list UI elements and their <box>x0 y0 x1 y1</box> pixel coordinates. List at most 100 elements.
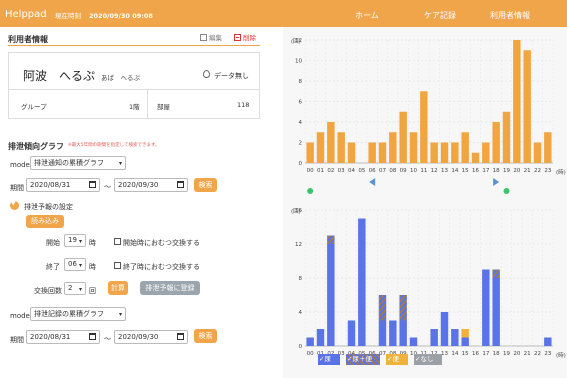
collapse-toggle[interactable]: ▼ <box>10 200 19 210</box>
y-tick-label: 0 <box>299 161 303 167</box>
trend-title: 排泄傾向グラフ <box>8 142 64 151</box>
edit-button[interactable]: 編集 <box>200 32 222 42</box>
nav-home[interactable]: ホーム <box>355 10 379 21</box>
room-value: 118 <box>237 101 250 109</box>
legend-none[interactable]: ✓なし <box>414 354 442 365</box>
chevron-down-icon: ▼ <box>11 200 16 207</box>
bar <box>492 122 500 163</box>
x-tick-label: 03 <box>338 168 345 174</box>
count-unit: 回 <box>89 287 96 295</box>
calendar-icon <box>177 333 184 340</box>
bar <box>378 142 387 163</box>
bar-尿＋便 <box>492 269 500 278</box>
current-time: 現在時刻 2020/09/30 09:08 <box>55 12 153 20</box>
bar <box>430 142 438 163</box>
x-tick-label: 19 <box>503 168 510 174</box>
bar <box>513 40 521 163</box>
delete-button[interactable]: 削除 <box>234 32 256 42</box>
x-tick-label: 14 <box>451 168 458 174</box>
card-divider <box>147 90 148 118</box>
bar-尿＋便 <box>327 235 335 244</box>
bar-尿＋便 <box>399 295 407 321</box>
date-to-input[interactable]: 2020/09/30 <box>114 178 188 192</box>
user-kana: あば へるぷ <box>101 74 140 82</box>
x-tick-label: 13 <box>441 168 448 174</box>
x-tick-label: 22 <box>534 351 541 357</box>
x-tick-label: 23 <box>544 351 551 357</box>
bar-尿 <box>440 312 449 346</box>
start-hour-select[interactable]: 19 ▾ <box>64 234 86 247</box>
search-button[interactable]: 検索 <box>194 178 217 192</box>
bar <box>316 132 325 163</box>
start-label: 開始 <box>46 239 60 247</box>
record-date-from-input[interactable]: 2020/08/31 <box>26 330 100 344</box>
bar-便 <box>461 329 469 338</box>
forecast-toggle-label[interactable]: 排泄予報の設定 <box>24 202 73 212</box>
mode-select[interactable]: 排泄通知の累積グラフ ▾ <box>30 156 126 170</box>
minus-icon <box>234 34 241 41</box>
data-status: データ無し <box>214 72 249 80</box>
bar <box>306 142 314 163</box>
start-exchange-checkbox[interactable] <box>114 238 121 245</box>
y-tick-label: 10 <box>295 59 302 65</box>
x-axis-label: (時) <box>556 168 566 176</box>
calendar-icon <box>177 181 184 188</box>
y-tick-label: 6 <box>299 100 303 106</box>
end-exchange-checkbox[interactable] <box>114 262 121 269</box>
bar-尿 <box>378 320 387 346</box>
record-mode-select[interactable]: 排泄記録の累積グラフ ▾ <box>30 307 126 321</box>
chevron-down-icon: ▾ <box>78 286 82 293</box>
bar-尿 <box>409 337 418 346</box>
count-select[interactable]: 2 ▾ <box>64 282 86 295</box>
start-exchange-label: 開始時におむつ交換する <box>123 239 200 247</box>
nav-user-info[interactable]: 利用者情報 <box>490 10 530 21</box>
x-tick-label: 00 <box>307 351 314 357</box>
end-hour-select[interactable]: 06 ▾ <box>64 258 86 271</box>
y-tick-label: 8 <box>299 276 303 282</box>
top-bar: Helppad 現在時刻 2020/09/30 09:08 ホーム ケア記録 利用… <box>0 0 567 27</box>
mode-label: mode <box>10 161 30 169</box>
x-tick-label: 01 <box>317 168 324 174</box>
bar <box>440 142 449 163</box>
chevron-down-icon: ▾ <box>78 238 82 245</box>
chevron-down-icon: ▾ <box>118 160 122 167</box>
legend-urine-stool[interactable]: ✓尿＋便 <box>346 354 380 365</box>
y-tick-label: 0 <box>299 344 303 350</box>
bar-尿 <box>492 278 500 346</box>
period-label: 期間 <box>10 184 24 192</box>
y-tick-label: 4 <box>299 310 303 316</box>
bar <box>409 132 418 163</box>
record-search-button[interactable]: 検索 <box>194 329 217 343</box>
x-tick-label: 02 <box>327 168 334 174</box>
room-label: 部屋 <box>157 103 170 111</box>
x-tick-label: 22 <box>534 168 541 174</box>
load-button[interactable]: 読み込み <box>26 215 64 228</box>
x-tick-label: 20 <box>513 168 520 174</box>
register-forecast-button[interactable]: 排泄予報に登録 <box>140 281 200 295</box>
calendar-icon <box>89 181 96 188</box>
bar <box>502 111 511 163</box>
nav-care-records[interactable]: ケア記録 <box>424 10 456 21</box>
bar-尿 <box>347 320 356 346</box>
calc-button[interactable]: 計算 <box>108 281 128 295</box>
bar <box>533 142 542 163</box>
bar <box>461 132 469 163</box>
x-tick-label: 15 <box>462 351 469 357</box>
record-date-to-input[interactable]: 2020/09/30 <box>114 330 188 344</box>
app-logo[interactable]: Helppad <box>5 9 47 20</box>
legend-urine[interactable]: ✓尿 <box>318 354 340 365</box>
y-tick-label: 12 <box>295 242 302 248</box>
left-panel: 利用者情報 編集 削除 阿波 へるぷ あば へるぷ データ無し グループ 1階 … <box>0 27 268 378</box>
legend-stool[interactable]: ✓便 <box>386 354 408 365</box>
date-from-input[interactable]: 2020/08/31 <box>26 178 100 192</box>
y-tick-label: 4 <box>299 120 303 126</box>
x-tick-label: 04 <box>348 168 355 174</box>
x-tick-label: 09 <box>400 168 407 174</box>
bar-尿 <box>358 218 366 346</box>
user-name-card: 阿波 へるぷ あば へるぷ データ無し <box>8 52 260 94</box>
y-axis-label: (回) <box>291 38 301 45</box>
y-tick-label: 2 <box>299 141 303 147</box>
chart-panel: 0 2 4 6 8 10 12 (回) (時) 00 01 02 03 04 05 06 07 08 09 10 11 1… <box>283 27 567 378</box>
bar-尿 <box>327 244 335 346</box>
drop-icon <box>203 70 210 78</box>
